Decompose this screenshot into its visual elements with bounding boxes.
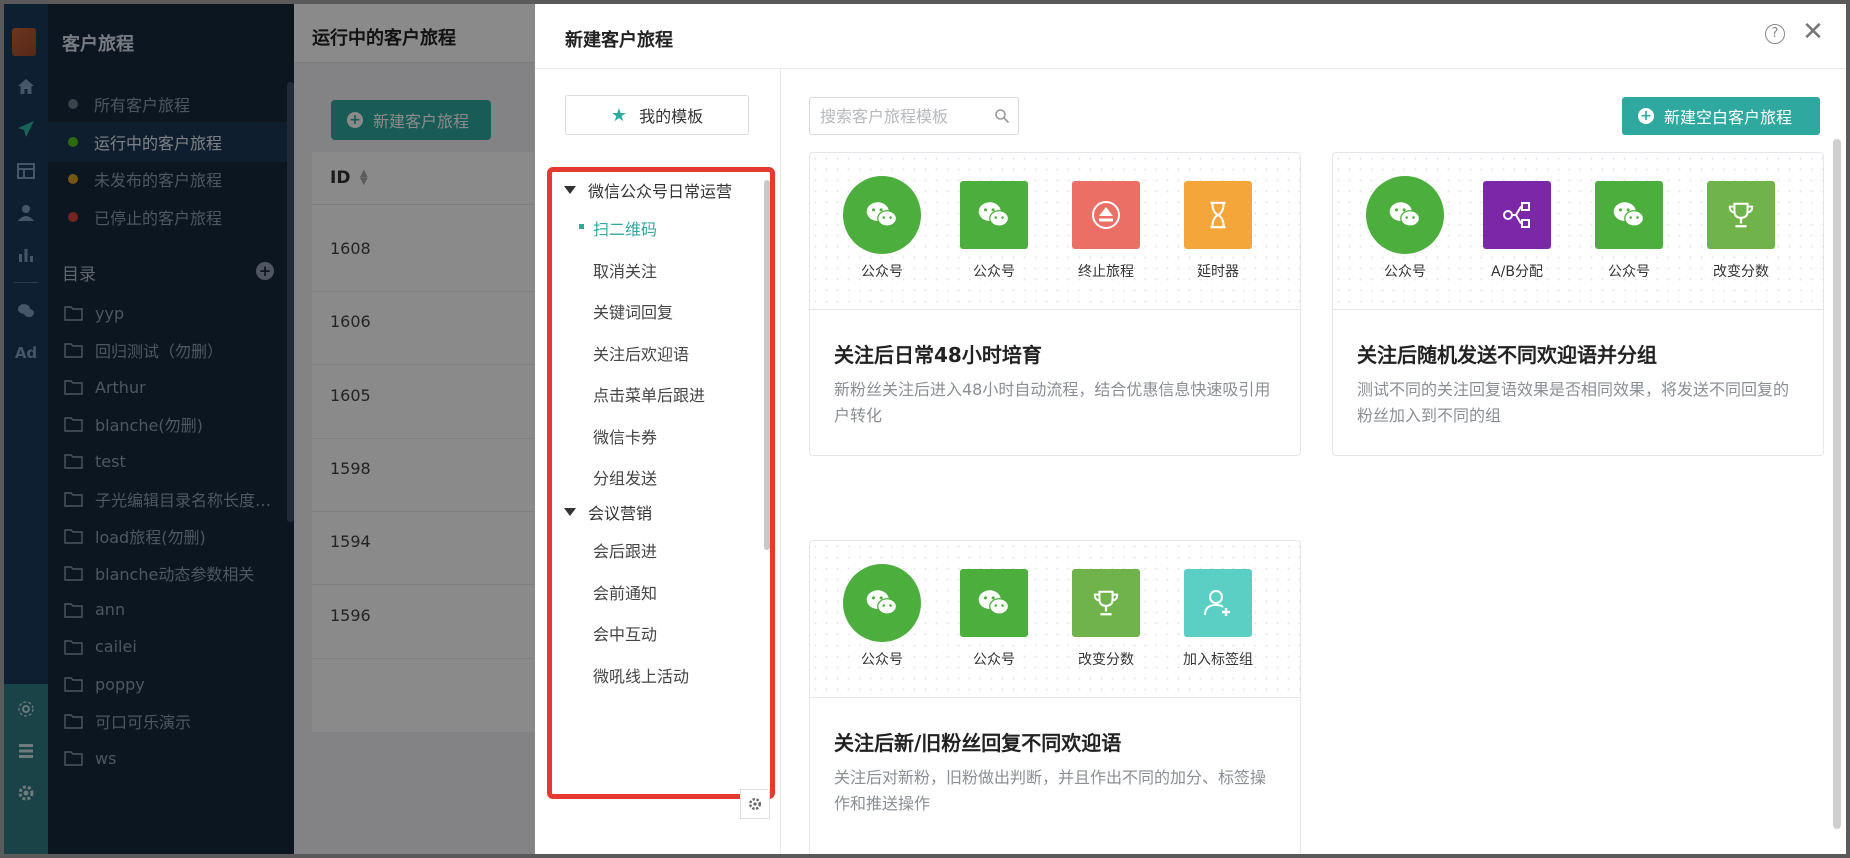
app-window: Ad 客户旅程 所有客户旅程 运行中的客户旅程 未发布的客户旅程 已停止的客户旅程 目… [4, 4, 1846, 854]
tree-item[interactable]: 分组发送 [593, 465, 657, 489]
flow-node: 公众号 [954, 181, 1034, 281]
settings-gear-icon[interactable] [740, 789, 770, 819]
flow-preview: 公众号 A/B分配 公众号 改变分数 [1333, 153, 1823, 310]
flow-node-label: 加入标签组 [1183, 652, 1253, 668]
tree-scrollbar[interactable] [764, 180, 770, 550]
eject-icon [1072, 181, 1140, 249]
drawer-header: 新建客户旅程 ? ✕ [535, 4, 1846, 69]
add-user-icon [1184, 569, 1252, 637]
flow-preview: 公众号 公众号 改变分数 加入标签组 [810, 541, 1300, 698]
hourglass-icon [1184, 181, 1252, 249]
search-icon[interactable] [994, 108, 1010, 124]
flow-node-label: 公众号 [1384, 264, 1426, 280]
card-description: 新粉丝关注后进入48小时自动流程，结合优惠信息快速吸引用户转化 [834, 380, 1271, 425]
tree-item[interactable]: 微信卡券 [593, 424, 657, 448]
template-search[interactable] [809, 97, 1019, 135]
flow-node: 终止旅程 [1066, 181, 1146, 281]
card-title: 关注后新/旧粉丝回复不同欢迎语 [834, 731, 1122, 755]
my-templates-button[interactable]: ★ 我的模板 [565, 95, 749, 135]
flow-node-label: 延时器 [1197, 264, 1239, 280]
close-icon[interactable]: ✕ [1799, 18, 1827, 46]
template-tree: 微信公众号日常运营 扫二维码取消关注关键词回复关注后欢迎语 点击菜单后跟进 微信卡券… [547, 167, 775, 799]
flow-node-label: 终止旅程 [1078, 264, 1134, 280]
tree-item[interactable]: 扫二维码 [578, 216, 657, 240]
tree-item[interactable]: 会前通知 [593, 580, 657, 604]
flow-preview: 公众号 公众号 终止旅程 延时器 [810, 153, 1300, 310]
flow-node-label: 公众号 [861, 652, 903, 668]
template-card[interactable]: 公众号 公众号 终止旅程 延时器关注后日常48小时培育新粉丝关注后进入48小时自动流程… [809, 152, 1301, 456]
plus-icon: + [1638, 108, 1654, 124]
flow-node: 改变分数 [1066, 569, 1146, 669]
flow-node: 公众号 [842, 564, 922, 669]
flow-node-label: 公众号 [1608, 264, 1650, 280]
card-description: 测试不同的关注回复语效果是否相同效果，将发送不同回复的粉丝加入到不同的组 [1357, 380, 1790, 425]
card-title: 关注后随机发送不同欢迎语并分组 [1357, 343, 1657, 367]
wechat-icon [960, 181, 1028, 249]
flow-node: 公众号 [1365, 176, 1445, 281]
template-card[interactable]: 公众号 公众号 改变分数 加入标签组关注后新/旧粉丝回复不同欢迎语关注后对新粉，旧粉做… [809, 540, 1301, 854]
flow-node: 改变分数 [1701, 181, 1781, 281]
gallery-scrollbar[interactable] [1833, 139, 1841, 829]
help-icon[interactable]: ? [1765, 24, 1785, 44]
template-category-panel: ★ 我的模板 微信公众号日常运营 扫二维码取消关注关键词回复关注后欢迎语 点击菜单… [535, 69, 781, 854]
flow-node-label: 公众号 [973, 652, 1015, 668]
tree-item[interactable]: 关注后欢迎语 [593, 341, 689, 365]
template-gallery: + 新建空白客户旅程 公众号公众号终止旅程延时器关注后日常48小时培育新粉丝关注… [781, 69, 1846, 854]
flow-node: 延时器 [1178, 181, 1258, 281]
wechat-icon [1366, 176, 1444, 254]
wechat-icon [960, 569, 1028, 637]
flow-node: 公众号 [954, 569, 1034, 669]
flow-node-label: 公众号 [861, 264, 903, 280]
new-journey-drawer: 新建客户旅程 ? ✕ ★ 我的模板 微信公众号日常运营 扫二维码取消关注关键词回… [535, 4, 1846, 854]
caret-down-icon [564, 186, 576, 194]
star-icon: ★ [610, 104, 628, 126]
trophy-icon [1707, 181, 1775, 249]
card-description: 关注后对新粉，旧粉做出判断，并且作出不同的加分、标签操作和推送操作 [834, 768, 1267, 813]
template-card[interactable]: 公众号 A/B分配 公众号 改变分数关注后随机发送不同欢迎语并分组测试不同的关注回复语… [1332, 152, 1824, 456]
tree-item[interactable]: 点击菜单后跟进 [593, 382, 705, 406]
tree-item[interactable]: 取消关注 [593, 258, 657, 282]
flow-node-label: 改变分数 [1713, 264, 1769, 280]
flow-node-label: A/B分配 [1491, 264, 1543, 280]
flow-node-label: 公众号 [973, 264, 1015, 280]
trophy-icon [1072, 569, 1140, 637]
wechat-icon [1595, 181, 1663, 249]
modal-overlay[interactable] [4, 4, 535, 854]
new-blank-journey-button[interactable]: + 新建空白客户旅程 [1622, 97, 1820, 135]
card-title: 关注后日常48小时培育 [834, 343, 1042, 367]
tree-group-meeting[interactable]: 会议营销 [564, 500, 652, 524]
tree-item[interactable]: 关键词回复 [593, 299, 673, 323]
wechat-icon [843, 176, 921, 254]
flow-node: 加入标签组 [1178, 569, 1258, 669]
search-input[interactable] [818, 104, 992, 128]
tree-item[interactable]: 微吼线上活动 [593, 663, 689, 687]
drawer-title: 新建客户旅程 [565, 30, 673, 51]
tree-item[interactable]: 会后跟进 [593, 538, 657, 562]
tree-item[interactable]: 会中互动 [593, 621, 657, 645]
caret-down-icon [564, 508, 576, 516]
flow-node-label: 改变分数 [1078, 652, 1134, 668]
flow-node: A/B分配 [1477, 181, 1557, 281]
wechat-icon [843, 564, 921, 642]
tree-group-wechat[interactable]: 微信公众号日常运营 [564, 178, 732, 202]
flow-node: 公众号 [1589, 181, 1669, 281]
split-icon [1483, 181, 1551, 249]
flow-node: 公众号 [842, 176, 922, 281]
